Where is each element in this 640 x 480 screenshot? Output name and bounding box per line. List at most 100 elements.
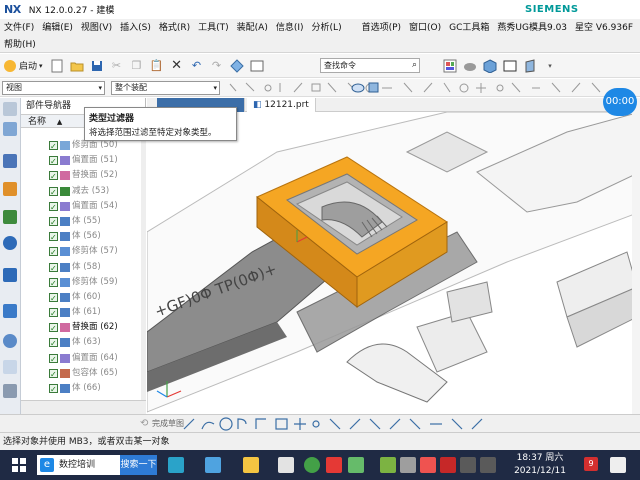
redo-icon[interactable]: ↷ <box>208 57 226 75</box>
visibility-checkbox[interactable] <box>49 367 58 382</box>
clock-icon[interactable] <box>3 334 17 348</box>
taskbar-clock[interactable]: 18:37 周六 2021/12/11 <box>510 452 570 478</box>
navigator-row[interactable]: 体 (63) <box>21 335 141 351</box>
select-mode-icon[interactable] <box>228 57 246 75</box>
visibility-checkbox[interactable] <box>49 291 58 306</box>
navigator-row[interactable]: 体 (55) <box>21 214 141 230</box>
web-browser-icon[interactable] <box>3 236 17 250</box>
open-folder-icon[interactable] <box>68 57 86 75</box>
network-icon[interactable] <box>480 457 496 473</box>
visibility-checkbox[interactable] <box>49 336 58 351</box>
cut-icon[interactable]: ✂ <box>108 57 126 75</box>
menu-item[interactable]: 插入(S) <box>116 21 155 35</box>
tray-antivirus-icon[interactable] <box>440 457 456 473</box>
copy-icon[interactable]: ❐ <box>128 57 146 75</box>
command-search-input[interactable]: 查找命令 ⌕ <box>320 58 420 73</box>
undo-icon[interactable]: ↶ <box>188 57 206 75</box>
chat-app-icon[interactable] <box>304 457 320 473</box>
navigator-row[interactable]: 偏置面 (64) <box>21 351 141 367</box>
navigator-row[interactable]: 减去 (53) <box>21 184 141 200</box>
navigator-row[interactable]: 包容体 (65) <box>21 366 141 382</box>
menu-item[interactable]: 燕秀UG模具9.03 <box>493 21 571 35</box>
history-icon[interactable] <box>3 210 17 224</box>
menu-item[interactable]: 分析(L) <box>308 21 346 35</box>
navigator-row[interactable]: 体 (58) <box>21 260 141 276</box>
nx-app-icon[interactable] <box>168 457 184 473</box>
selection-scope-select[interactable]: 整个装配 ▾ <box>111 81 220 95</box>
section-view-icon[interactable] <box>521 57 539 75</box>
navigator-row[interactable]: 偏置面 (54) <box>21 199 141 215</box>
navigator-row[interactable]: 体 (66) <box>21 381 141 397</box>
navigator-row[interactable]: 替换面 (62) <box>21 320 141 336</box>
paste-icon[interactable]: 📋 <box>148 57 166 75</box>
menu-item[interactable]: 格式(R) <box>155 21 194 35</box>
palette-icon[interactable] <box>3 304 17 318</box>
file-explorer-icon[interactable] <box>243 457 259 473</box>
navigator-row[interactable]: 替换面 (52) <box>21 168 141 184</box>
system-scene-icon[interactable] <box>3 360 17 374</box>
visibility-checkbox[interactable] <box>49 261 58 276</box>
visibility-checkbox[interactable] <box>49 352 58 367</box>
navigator-horizontal-scrollbar[interactable] <box>21 400 146 414</box>
menu-item[interactable]: 装配(A) <box>233 21 272 35</box>
cube-icon[interactable] <box>481 57 499 75</box>
part-navigator-icon[interactable] <box>3 154 17 168</box>
visibility-checkbox[interactable] <box>49 321 58 336</box>
menu-item[interactable]: 信息(I) <box>272 21 308 35</box>
wechat-icon[interactable] <box>348 457 364 473</box>
menu-item[interactable]: 文件(F) <box>0 21 38 35</box>
menu-item[interactable]: 视图(V) <box>77 21 116 35</box>
reuse-library-icon[interactable] <box>3 182 17 196</box>
visibility-checkbox[interactable] <box>49 200 58 215</box>
recording-timer[interactable]: 00:00 <box>603 88 637 116</box>
menu-item[interactable]: 星空 V6.936F <box>571 21 637 35</box>
navigator-row[interactable]: 修剪体 (59) <box>21 275 141 291</box>
new-file-icon[interactable] <box>48 57 66 75</box>
settings-icon[interactable] <box>3 384 17 398</box>
tray-app-icon[interactable] <box>380 457 396 473</box>
graphics-scrollbar[interactable] <box>632 98 640 414</box>
notification-badge[interactable]: 9 <box>584 457 598 471</box>
constraint-navigator-icon[interactable] <box>3 122 17 136</box>
windows-start-icon[interactable] <box>12 458 26 472</box>
visibility-checkbox[interactable] <box>49 230 58 245</box>
taskbar-search-box[interactable]: e 数控培训 搜索一下 <box>37 455 157 475</box>
volume-icon[interactable] <box>460 457 476 473</box>
navigator-scrollbar[interactable] <box>141 138 146 400</box>
visibility-checkbox[interactable] <box>49 139 58 154</box>
navigator-row[interactable]: 体 (60) <box>21 290 141 306</box>
navigator-row[interactable]: 修剪体 (57) <box>21 244 141 260</box>
visibility-checkbox[interactable] <box>49 382 58 397</box>
visibility-checkbox[interactable] <box>49 185 58 200</box>
tab-part-file[interactable]: ◧ 12121.prt <box>247 98 316 112</box>
visibility-checkbox[interactable] <box>49 154 58 169</box>
taskbar-search-button[interactable]: 搜索一下 <box>120 455 157 475</box>
complete-sketch-icon[interactable]: ⟲ <box>140 418 148 429</box>
visibility-checkbox[interactable] <box>49 276 58 291</box>
visibility-checkbox[interactable] <box>49 215 58 230</box>
menu-item[interactable]: 首选项(P) <box>358 21 405 35</box>
type-filter-select[interactable]: 视图 ▾ <box>2 81 105 95</box>
visibility-checkbox[interactable] <box>49 245 58 260</box>
visibility-checkbox[interactable] <box>49 306 58 321</box>
menu-item[interactable]: 工具(T) <box>194 21 233 35</box>
navigator-row[interactable]: 体 (56) <box>21 229 141 245</box>
view-frame-icon[interactable] <box>501 57 519 75</box>
roles-icon[interactable] <box>3 268 17 282</box>
tray-security-icon[interactable] <box>420 457 436 473</box>
action-center-icon[interactable] <box>610 457 626 473</box>
render-style-icon[interactable] <box>461 57 479 75</box>
screen-recorder-icon[interactable] <box>205 457 221 473</box>
window-icon[interactable] <box>248 57 266 75</box>
menu-item[interactable]: 帮助(H) <box>0 38 40 52</box>
graphics-window[interactable]: ◧ 12121.prt +GF)0Φ TP(0Φ)+ <box>147 98 640 414</box>
navigator-row[interactable]: 体 (61) <box>21 305 141 321</box>
menu-item[interactable]: 窗口(O) <box>405 21 445 35</box>
start-button[interactable]: 启动 ▾ <box>0 59 47 72</box>
model-viewport[interactable]: +GF)0Φ TP(0Φ)+ <box>147 112 640 414</box>
menu-item[interactable]: GC工具箱 <box>445 21 493 35</box>
menu-item[interactable]: 编辑(E) <box>38 21 77 35</box>
save-icon[interactable] <box>88 57 106 75</box>
layout-icon[interactable] <box>441 57 459 75</box>
more-tools-icon[interactable]: ▾ <box>541 57 559 75</box>
